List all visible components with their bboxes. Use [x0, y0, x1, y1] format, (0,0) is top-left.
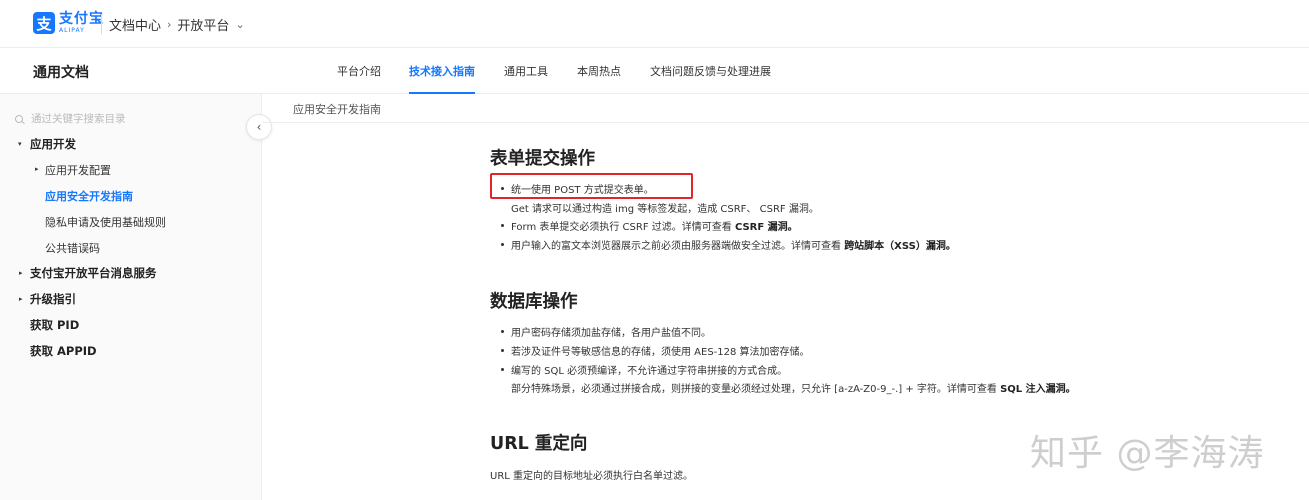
doc-header: 应用安全开发指南 — [263, 94, 1309, 123]
list-item: 若涉及证件号等敏感信息的存储，须使用 AES-128 算法加密存储。 — [511, 347, 810, 358]
sql-injection-link[interactable]: SQL 注入漏洞。 — [1000, 384, 1076, 395]
sidebar-item-get-appid[interactable]: 获取 APPID — [30, 343, 97, 359]
doc-page-title: 应用安全开发指南 — [293, 103, 381, 116]
caret-down-icon[interactable]: ▾ — [18, 140, 22, 148]
list-item: 用户输入的富文本浏览器展示之前必须由服务器端做安全过滤。详情可查看 跨站脚本（X… — [511, 241, 956, 252]
breadcrumb-doc-center[interactable]: 文档中心 — [109, 15, 161, 34]
chevron-right-icon: › — [167, 18, 172, 31]
highlight-box — [490, 173, 693, 199]
list-item: 用户密码存储须加盐存储，各用户盐值不同。 — [511, 328, 711, 339]
section-heading-database: 数据库操作 — [490, 292, 578, 312]
alipay-logo-icon: 支 — [33, 12, 55, 34]
tab-common-tools[interactable]: 通用工具 — [504, 63, 548, 94]
sidebar-item-security-guide[interactable]: 应用安全开发指南 — [45, 188, 133, 204]
xss-link[interactable]: 跨站脚本（XSS）漏洞。 — [844, 241, 956, 252]
list-item-continuation: 部分特殊场景，必须通过拼接合成，则拼接的变量必须经过处理，只允许 [a-zA-Z… — [511, 384, 1076, 395]
chevron-down-icon[interactable]: ⌄ — [235, 18, 244, 31]
tab-platform-intro[interactable]: 平台介绍 — [337, 63, 381, 94]
sidebar-item-get-pid[interactable]: 获取 PID — [30, 317, 79, 333]
sidebar: 通过关键字搜索目录 ▾ 应用开发 ▸ 应用开发配置 应用安全开发指南 隐私申请及… — [0, 94, 262, 500]
brand-name: 支付宝 — [59, 11, 104, 27]
alipay-logo[interactable]: 支 支付宝 ALIPAY — [33, 12, 104, 34]
bullet — [501, 349, 504, 352]
caret-right-icon[interactable]: ▸ — [19, 295, 23, 303]
bullet — [501, 330, 504, 333]
sidebar-item-app-dev[interactable]: 应用开发 — [30, 136, 76, 152]
list-item: Form 表单提交必须执行 CSRF 过滤。详情可查看 CSRF 漏洞。 — [511, 222, 798, 233]
bullet — [501, 368, 504, 371]
search-icon — [15, 114, 23, 123]
watermark: 知乎 @李海涛 — [1030, 433, 1265, 474]
search-input[interactable]: 通过关键字搜索目录 — [31, 111, 126, 126]
chevron-left-icon: ‹ — [256, 120, 262, 134]
sidebar-item-upgrade[interactable]: 升级指引 — [30, 291, 76, 307]
tab-doc-feedback[interactable]: 文档问题反馈与处理进展 — [650, 63, 771, 94]
brand-name-en: ALIPAY — [59, 27, 85, 34]
bullet — [501, 243, 504, 246]
breadcrumb: 文档中心 › 开放平台 ⌄ — [109, 15, 251, 34]
section-heading-form: 表单提交操作 — [490, 149, 595, 169]
caret-right-icon[interactable]: ▸ — [19, 269, 23, 277]
sidebar-item-error-codes[interactable]: 公共错误码 — [45, 240, 100, 256]
sidebar-item-privacy-rules[interactable]: 隐私申请及使用基础规则 — [45, 214, 166, 230]
tab-weekly-hot[interactable]: 本周热点 — [577, 63, 621, 94]
sidebar-item-message-service[interactable]: 支付宝开放平台消息服务 — [30, 265, 157, 281]
list-item-continuation: Get 请求可以通过构造 img 等标签发起，造成 CSRF、 CSRF 漏洞。 — [511, 204, 819, 215]
top-bar: 支 支付宝 ALIPAY 文档中心 › 开放平台 ⌄ — [0, 0, 1309, 48]
section-heading-url-redirect: URL 重定向 — [490, 434, 588, 454]
tab-tech-guide[interactable]: 技术接入指南 — [409, 63, 475, 94]
subnav-title: 通用文档 — [33, 65, 89, 81]
sidebar-search[interactable]: 通过关键字搜索目录 — [15, 111, 126, 126]
caret-right-icon[interactable]: ▸ — [35, 165, 39, 173]
breadcrumb-open-platform[interactable]: 开放平台 — [177, 15, 229, 34]
paragraph: URL 重定向的目标地址必须执行白名单过滤。 — [490, 471, 694, 482]
sidebar-item-app-config[interactable]: 应用开发配置 — [45, 162, 111, 178]
divider — [101, 14, 102, 34]
list-item: 编写的 SQL 必须预编译，不允许通过字符串拼接的方式合成。 — [511, 366, 788, 377]
sub-nav: 通用文档 平台介绍 技术接入指南 通用工具 本周热点 文档问题反馈与处理进展 — [0, 48, 1309, 94]
bullet — [501, 224, 504, 227]
csrf-link[interactable]: CSRF 漏洞。 — [735, 222, 798, 233]
